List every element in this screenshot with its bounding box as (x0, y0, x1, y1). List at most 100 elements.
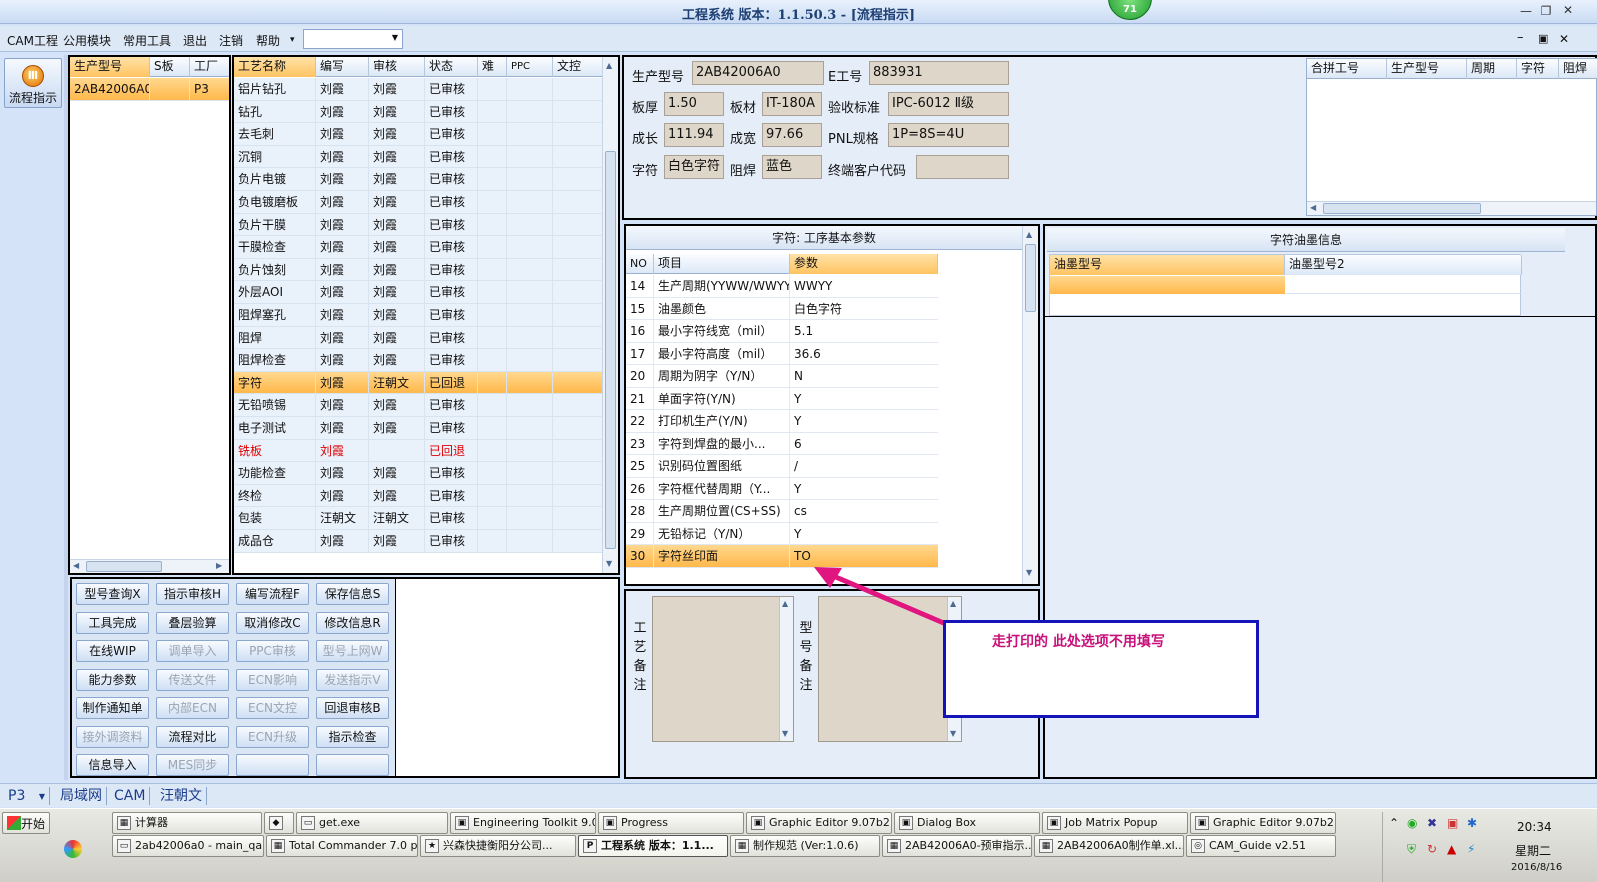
thickness-field[interactable]: 1.50 (664, 92, 724, 116)
mdi-restore-button[interactable]: ▣ (1538, 32, 1548, 45)
menu-dropdown-icon[interactable]: ▾ (290, 35, 295, 45)
scroll-thumb[interactable] (1025, 244, 1036, 312)
table-row[interactable]: 20 周期为阴字（Y/N） N (626, 365, 938, 388)
start-button[interactable]: 开始 (2, 812, 50, 834)
table-row[interactable]: 负电镀磨板 刘霞 刘霞 已审核 (234, 191, 604, 214)
col-status[interactable]: 状态 (425, 57, 478, 77)
accept-standard-field[interactable]: IPC-6012 Ⅱ级 (888, 92, 1009, 116)
tray-sync-icon[interactable]: ↻ (1427, 842, 1437, 856)
clock-time[interactable]: 20:34 (1517, 820, 1552, 834)
function-button-13[interactable]: 能力参数 (76, 668, 149, 691)
close-button[interactable]: ✕ (1559, 2, 1577, 18)
status-user[interactable]: 汪朝文 (156, 787, 207, 805)
col-model[interactable]: 生产型号 (70, 57, 150, 77)
taskbar-item[interactable]: ▦ 2AB42006A0-预审指示... (882, 835, 1032, 857)
function-button-28[interactable] (316, 754, 389, 776)
col-factory[interactable]: 工厂 (190, 57, 229, 77)
menu-cam[interactable]: CAM工程 (7, 32, 58, 49)
scroll-thumb[interactable] (1323, 203, 1481, 214)
taskbar-item[interactable]: ▭ get.exe (296, 812, 448, 834)
scroll-down-icon[interactable]: ▼ (606, 559, 612, 568)
function-button-27[interactable] (236, 754, 309, 776)
taskbar-item[interactable]: ★ 兴森快捷衡阳分公司... (420, 835, 576, 857)
scroll-down-icon[interactable]: ▼ (782, 729, 788, 738)
table-row[interactable]: 字符 刘霞 汪朝文 已回退 (234, 371, 604, 395)
taskbar-item[interactable]: ▦ Total Commander 7.0 p... (266, 835, 418, 857)
taskbar-item[interactable]: ▣ Engineering Toolkit 9.0... (450, 812, 596, 834)
col-combined-cycle[interactable]: 周期 (1467, 59, 1517, 79)
model-grid-hscrollbar[interactable]: ◀ ▶ (70, 559, 229, 573)
parameter-vscrollbar[interactable]: ▲ ▼ (1022, 226, 1038, 584)
table-row[interactable]: 负片电镀 刘霞 刘霞 已审核 (234, 168, 604, 191)
taskbar-item[interactable]: ◎ CAM_Guide v2.51 (1186, 835, 1336, 857)
status-network[interactable]: 局域网 (56, 787, 107, 805)
table-row[interactable]: 22 打印机生产(Y/N) Y (626, 410, 938, 433)
function-button-3[interactable]: 编写流程F (236, 583, 309, 605)
table-row[interactable]: 铣板 刘霞 已回退 (234, 439, 604, 463)
scroll-thumb[interactable] (605, 151, 616, 549)
scroll-up-icon[interactable]: ▲ (606, 61, 612, 70)
scroll-down-icon[interactable]: ▼ (1026, 568, 1032, 577)
table-row[interactable]: 28 生产周期位置(CS+SS) cs (626, 500, 938, 523)
function-button-24[interactable]: 指示检查 (316, 725, 389, 748)
e-number-field[interactable]: 883931 (869, 61, 1009, 85)
table-row[interactable]: 终检 刘霞 刘霞 已审核 (234, 484, 604, 508)
function-button-16[interactable]: 发送指示V (316, 668, 389, 691)
taskbar-item[interactable]: ◆ (264, 812, 294, 834)
ink-row-cell[interactable] (1285, 276, 1522, 294)
table-row[interactable]: 阻焊塞孔 刘霞 刘霞 已审核 (234, 304, 604, 327)
table-row[interactable]: 17 最小字符高度（mil） 36.6 (626, 342, 938, 365)
taskbar-item[interactable]: ▣ Job Matrix Popup (1042, 812, 1188, 834)
ink-row-selected[interactable] (1050, 276, 1285, 294)
menu-common-modules[interactable]: 公用模块 (63, 32, 111, 49)
tray-network-icon[interactable]: ⚡ (1467, 842, 1475, 856)
process-remark-scrollbar[interactable]: ▲ ▼ (779, 597, 793, 741)
combined-job-hscrollbar[interactable]: ◀ (1307, 201, 1596, 215)
table-row[interactable]: 16 最小字符线宽（mil） 5.1 (626, 320, 938, 343)
col-ink-model[interactable]: 油墨型号 (1050, 255, 1285, 275)
function-button-8[interactable]: 修改信息R (316, 611, 389, 634)
tray-tool-icon[interactable]: ▣ (1447, 816, 1458, 830)
table-row[interactable]: 去毛刺 刘霞 刘霞 已审核 (234, 123, 604, 146)
table-row[interactable]: 阻焊检查 刘霞 刘霞 已审核 (234, 349, 604, 372)
scroll-up-icon[interactable]: ▲ (782, 599, 788, 608)
taskbar-item[interactable]: ▣ Graphic Editor 9.07b2 (... (1190, 812, 1336, 834)
restore-button[interactable]: ❐ (1537, 3, 1555, 19)
menu-common-tools[interactable]: 常用工具 (123, 32, 171, 49)
table-row[interactable]: 阻焊 刘霞 刘霞 已审核 (234, 326, 604, 350)
clock-weekday[interactable]: 星期二 (1515, 842, 1551, 859)
col-combined-char[interactable]: 字符 (1517, 59, 1559, 79)
function-button-2[interactable]: 指示审核H (156, 583, 229, 605)
function-button-10[interactable]: 调单导入 (156, 640, 229, 662)
mdi-minimize-button[interactable]: – (1517, 30, 1524, 45)
taskbar-item[interactable]: ▣ Graphic Editor 9.07b2 (... (746, 812, 892, 834)
menu-help[interactable]: 帮助 (256, 32, 280, 49)
function-button-6[interactable]: 叠层验算 (156, 611, 229, 634)
function-button-1[interactable]: 型号查询X (76, 583, 149, 605)
col-combined-mask[interactable]: 阻焊 (1559, 59, 1597, 79)
table-row[interactable]: 15 油墨颜色 白色字符 (626, 297, 938, 320)
tray-shield-icon[interactable]: ⛨ (1407, 842, 1416, 857)
function-button-4[interactable]: 保存信息S (316, 583, 389, 605)
col-author[interactable]: 编写 (316, 57, 369, 77)
quicklaunch-icon[interactable] (64, 840, 82, 858)
scroll-down-icon[interactable]: ▼ (950, 729, 956, 738)
tray-alert-icon[interactable]: ▲ (1447, 842, 1456, 856)
function-button-20[interactable]: 回退审核B (316, 697, 389, 719)
material-field[interactable]: IT-180A (762, 92, 822, 116)
taskbar-item[interactable]: ▣ Progress (598, 812, 744, 834)
function-button-25[interactable]: 信息导入 (76, 754, 149, 776)
model-field[interactable]: 2AB42006A0 (692, 61, 824, 85)
table-row[interactable]: 钻孔 刘霞 刘霞 已审核 (234, 100, 604, 124)
col-difficulty[interactable]: 难 (478, 57, 507, 77)
taskbar-item[interactable]: ▦ 制作规范 (Ver:1.0.6) (730, 835, 880, 857)
col-no[interactable]: NO (626, 254, 654, 274)
col-item[interactable]: 项目 (654, 254, 790, 274)
menu-combo[interactable]: ▼ (303, 29, 403, 49)
table-row[interactable]: 14 生产周期(YYWW/WWYY) WWYY (626, 275, 938, 298)
col-ppc[interactable]: PPC (507, 57, 553, 77)
menu-logout[interactable]: 注销 (219, 32, 243, 49)
mdi-close-button[interactable]: ✕ (1559, 32, 1569, 46)
col-s-board[interactable]: S板 (150, 57, 190, 77)
tray-app-icon[interactable]: ◉ (1407, 816, 1417, 830)
